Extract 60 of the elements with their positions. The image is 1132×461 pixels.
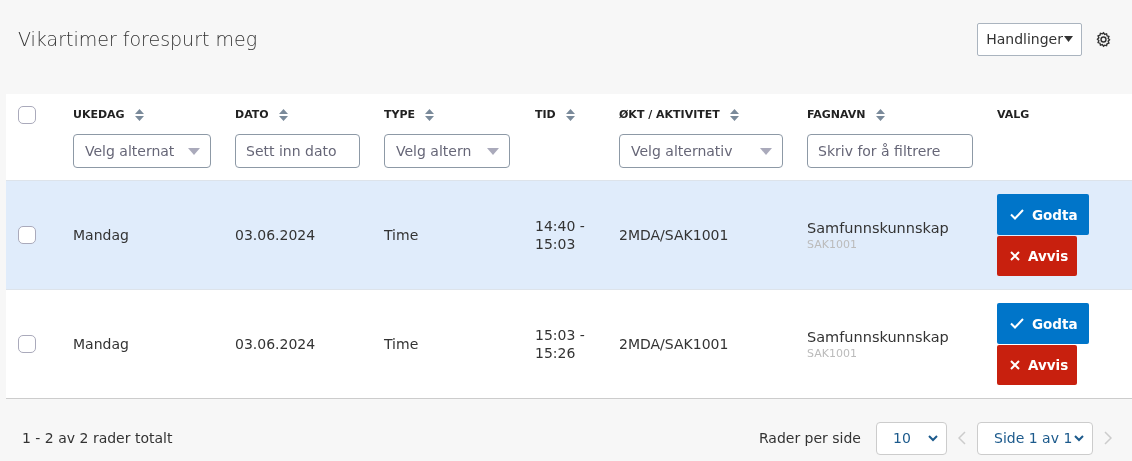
table-row[interactable]: Mandag 03.06.2024 Time 14:40 - 15:03 2MDA/SAK1001 Samfunnskunnskap SAK1001 Godta Avvis xyxy=(6,180,1132,289)
filter-dropdown[interactable]: Velg alternativ xyxy=(619,134,783,168)
sort-icon[interactable] xyxy=(134,108,144,121)
filter-field[interactable]: Sett inn dato xyxy=(235,134,360,168)
settings-icon[interactable] xyxy=(1095,30,1112,48)
table-cell: Mandag xyxy=(73,227,129,243)
subject-name: Samfunnskunnskap xyxy=(807,219,949,236)
chevron-icon xyxy=(928,434,938,442)
time-start: 14:40 - xyxy=(535,218,585,234)
subject-name: Samfunnskunnskap xyxy=(807,328,949,345)
filter-dropdown[interactable]: Velg alternat xyxy=(73,134,211,168)
actions-dropdown[interactable]: Handlinger xyxy=(977,22,1082,56)
accept-button[interactable]: Godta xyxy=(997,303,1089,344)
filter-field[interactable]: Skriv for å filtrere xyxy=(807,134,973,168)
check-icon xyxy=(1010,318,1024,329)
column-header[interactable]: TYPE xyxy=(384,108,416,121)
row-checkbox[interactable] xyxy=(18,335,36,353)
reject-button[interactable]: Avvis xyxy=(997,345,1077,385)
rows-per-page-label: Rader per side xyxy=(758,430,861,446)
caret-icon xyxy=(188,147,200,155)
page-title: Vikartimer forespurt meg xyxy=(18,28,258,50)
time-end: 15:03 xyxy=(535,236,576,252)
rows-per-page-dropdown[interactable]: 10 xyxy=(876,421,947,455)
column-header[interactable]: ØKT / AKTIVITET xyxy=(619,108,720,121)
table-cell: 2MDA/SAK1001 xyxy=(619,336,729,352)
column-header[interactable]: TID xyxy=(535,108,556,121)
table-cell: 2MDA/SAK1001 xyxy=(619,227,729,243)
rows-summary: 1 - 2 av 2 rader totalt xyxy=(22,430,173,446)
sort-icon[interactable] xyxy=(729,108,739,121)
sort-icon[interactable] xyxy=(875,108,885,121)
table-cell: Time xyxy=(384,336,419,352)
caret-icon xyxy=(1064,36,1073,42)
accept-button[interactable]: Godta xyxy=(997,194,1089,235)
table-cell: 03.06.2024 xyxy=(235,336,316,352)
subject-code: SAK1001 xyxy=(807,237,857,251)
close-icon xyxy=(1010,360,1020,370)
table-cell: Mandag xyxy=(73,336,129,352)
select-all-checkbox[interactable] xyxy=(18,106,36,124)
column-header: VALG xyxy=(997,108,1030,121)
filter-dropdown[interactable]: Velg altern xyxy=(384,134,510,168)
table-cell: 03.06.2024 xyxy=(235,227,316,243)
time-end: 15:26 xyxy=(535,345,576,361)
column-header[interactable]: UKEDAG xyxy=(73,108,125,121)
caret-icon xyxy=(487,147,499,155)
sort-icon[interactable] xyxy=(565,108,575,121)
chevron-icon xyxy=(1074,434,1084,442)
sort-icon[interactable] xyxy=(278,108,288,121)
row-checkbox[interactable] xyxy=(18,226,36,244)
table-cell: Time xyxy=(384,227,419,243)
time-start: 15:03 - xyxy=(535,327,585,343)
page-dropdown[interactable]: Side 1 av 1 xyxy=(977,421,1093,455)
close-icon xyxy=(1010,251,1020,261)
column-header[interactable]: FAGNAVN xyxy=(807,108,866,121)
column-header[interactable]: DATO xyxy=(235,108,269,121)
reject-button[interactable]: Avvis xyxy=(997,236,1077,276)
caret-icon xyxy=(760,147,772,155)
check-icon xyxy=(1010,209,1024,220)
sort-icon[interactable] xyxy=(425,108,435,121)
table-row[interactable]: Mandag 03.06.2024 Time 15:03 - 15:26 2MDA/SAK1001 Samfunnskunnskap SAK1001 Godta Avvis xyxy=(6,289,1132,398)
subject-code: SAK1001 xyxy=(807,346,857,360)
